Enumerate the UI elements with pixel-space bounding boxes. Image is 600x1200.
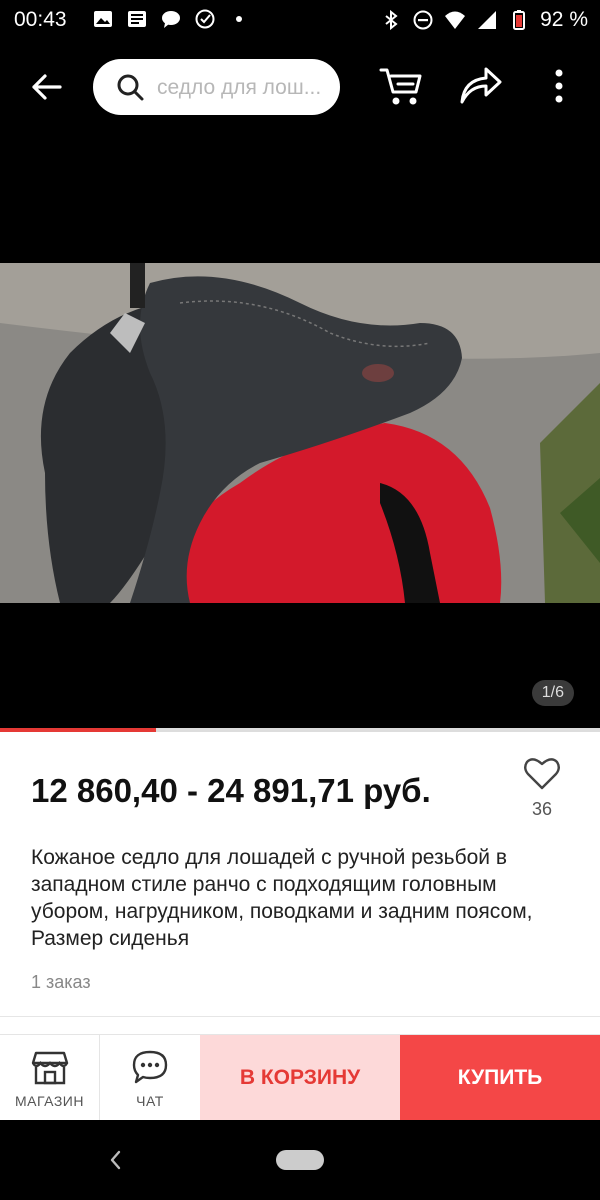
wishlist-count: 36 (531, 799, 553, 819)
bottom-action-bar: МАГАЗИН ЧАТ В КОРЗИНУ КУПИТЬ (0, 1034, 600, 1121)
chat-label: ЧАТ (136, 1093, 164, 1109)
buy-now-button[interactable]: КУПИТЬ (400, 1035, 600, 1121)
chat-icon (132, 1050, 168, 1084)
store-icon (31, 1051, 68, 1085)
product-gallery[interactable]: 1/6 (0, 132, 600, 728)
search-bar[interactable]: седло для лош... (93, 59, 340, 115)
dnd-icon (413, 10, 433, 30)
search-icon (117, 74, 144, 101)
product-price: 12 860,40 - 24 891,71 руб. (31, 772, 431, 809)
shop-label: МАГАЗИН (15, 1093, 84, 1109)
chat-bubble-icon (162, 11, 180, 28)
wishlist-button[interactable]: 36 (520, 756, 564, 826)
product-image[interactable] (0, 263, 600, 603)
signal-icon (478, 11, 497, 29)
add-to-cart-button[interactable]: В КОРЗИНУ (200, 1035, 400, 1121)
check-circle-icon (195, 9, 215, 29)
system-icons: 92 % (380, 8, 588, 32)
system-nav-bar (0, 1120, 600, 1200)
bluetooth-icon (385, 9, 398, 31)
shop-button[interactable]: МАГАЗИН (0, 1035, 100, 1121)
heart-icon[interactable] (523, 756, 561, 792)
status-bar: 00:43 92 % (0, 0, 600, 42)
image-icon (94, 11, 112, 27)
battery-icon (513, 10, 526, 30)
battery-percent: 92 % (540, 8, 588, 31)
status-time: 00:43 (14, 8, 67, 31)
nav-back-icon[interactable] (104, 1146, 126, 1174)
chat-button[interactable]: ЧАТ (100, 1035, 200, 1121)
notification-icons (92, 8, 250, 30)
search-input[interactable]: седло для лош... (157, 76, 321, 100)
product-info: 12 860,40 - 24 891,71 руб. 36 Кожаное се… (0, 732, 600, 1034)
wifi-icon (445, 11, 466, 29)
share-icon[interactable] (456, 62, 504, 108)
nav-home-pill[interactable] (276, 1150, 324, 1170)
image-counter: 1/6 (531, 680, 574, 706)
orders-count: 1 заказ (31, 972, 91, 992)
back-arrow-icon[interactable] (24, 64, 70, 110)
news-icon (128, 11, 146, 27)
cart-icon[interactable] (378, 62, 424, 108)
product-title: Кожаное седло для лошадей с ручной резьб… (31, 846, 533, 950)
top-app-bar: седло для лош... (0, 42, 600, 132)
dot-icon (236, 16, 242, 22)
divider (0, 1016, 600, 1017)
more-vertical-icon[interactable] (544, 64, 574, 110)
